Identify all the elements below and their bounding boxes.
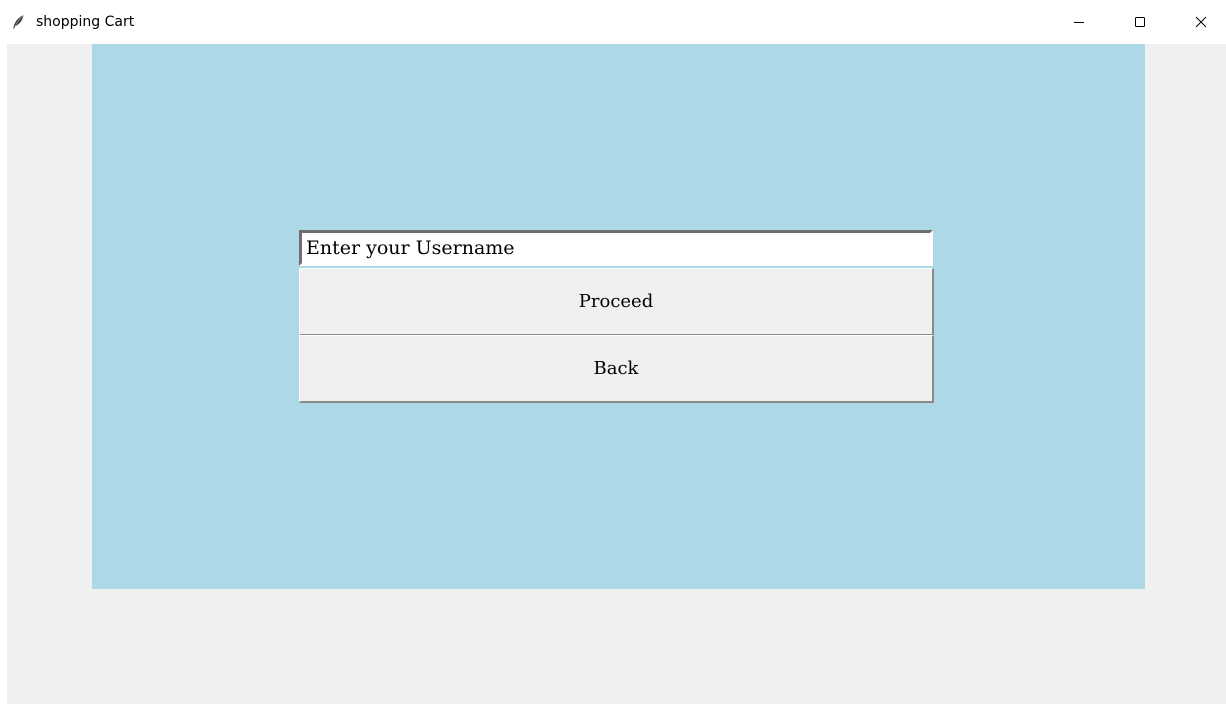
maximize-button[interactable]	[1117, 0, 1163, 44]
username-input[interactable]	[299, 230, 933, 266]
minimize-icon	[1073, 13, 1085, 32]
maximize-icon	[1134, 13, 1146, 32]
client-area: Proceed Back	[7, 44, 1226, 704]
proceed-button[interactable]: Proceed	[299, 268, 934, 336]
feather-icon	[10, 14, 26, 30]
login-panel: Proceed Back	[92, 44, 1145, 589]
close-button[interactable]	[1178, 0, 1224, 44]
back-button[interactable]: Back	[299, 335, 934, 403]
minimize-button[interactable]	[1056, 0, 1102, 44]
title-bar[interactable]: shopping Cart	[0, 0, 1226, 44]
close-icon	[1195, 13, 1207, 32]
window-title: shopping Cart	[36, 14, 135, 30]
app-window: shopping Cart Proceed Back	[0, 0, 1226, 704]
